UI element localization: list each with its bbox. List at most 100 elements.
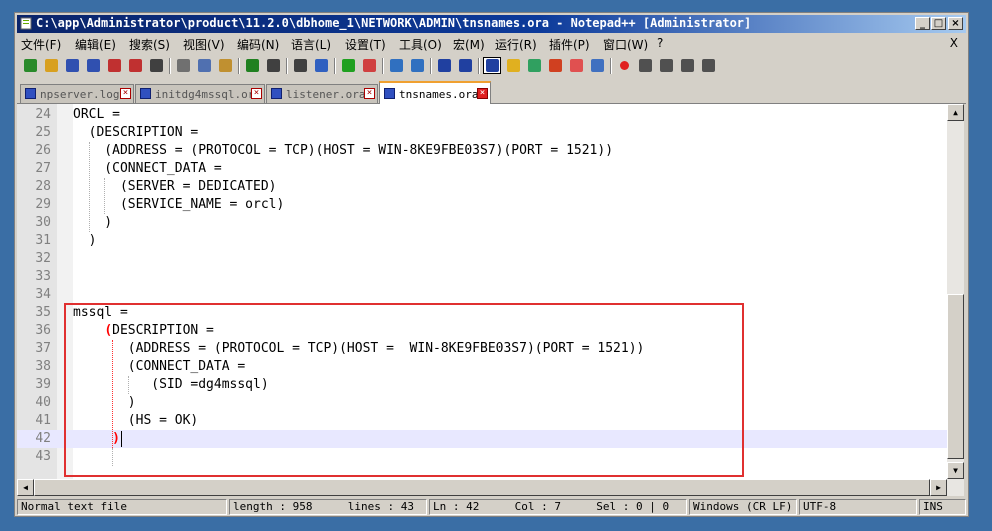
- record-macro-icon[interactable]: [615, 57, 633, 74]
- tab-initdg4mssql-ora[interactable]: initdg4mssql.ora ×: [135, 84, 265, 103]
- print-icon[interactable]: [147, 57, 165, 74]
- menu-bar: X 文件(F) 编辑(E) 搜索(S) 视图(V) 编码(N) 语言(L) 设置(T) 工具(…: [17, 34, 966, 52]
- function-list-icon[interactable]: [546, 57, 564, 74]
- stop-record-icon[interactable]: [636, 57, 654, 74]
- vertical-scrollbar[interactable]: ▲ ▼: [947, 104, 964, 479]
- close-document-button[interactable]: X: [950, 36, 958, 50]
- highlight-annotation-box: [64, 303, 744, 477]
- code-line[interactable]: 33: [17, 268, 947, 286]
- monitor-icon[interactable]: [588, 57, 606, 74]
- menu-item-11[interactable]: 窗口(W): [603, 36, 648, 53]
- scroll-down-icon[interactable]: ▼: [947, 462, 964, 479]
- sync-vertical-icon[interactable]: [387, 57, 405, 74]
- toolbar-separator: [169, 58, 171, 74]
- tab-label: listener.ora: [286, 88, 366, 101]
- line-number: 33: [35, 269, 51, 284]
- menu-item-4[interactable]: 编码(N): [237, 36, 279, 53]
- status-file-type: Normal text file: [17, 499, 227, 515]
- code-line[interactable]: 29 (SERVICE_NAME = orcl): [17, 196, 947, 214]
- code-line[interactable]: 24 ORCL =: [17, 106, 947, 124]
- line-number: 30: [35, 215, 51, 230]
- find-icon[interactable]: [291, 57, 309, 74]
- code-line[interactable]: 25 (DESCRIPTION =: [17, 124, 947, 142]
- horizontal-scroll-thumb[interactable]: [34, 479, 930, 496]
- maximize-button[interactable]: □: [931, 17, 946, 30]
- menu-item-0[interactable]: 文件(F): [21, 36, 61, 53]
- save-icon[interactable]: [63, 57, 81, 74]
- redo-icon[interactable]: [264, 57, 282, 74]
- notepadpp-app-icon: [20, 17, 32, 30]
- indent-guide-icon[interactable]: [483, 57, 501, 74]
- code-line[interactable]: 26 (ADDRESS = (PROTOCOL = TCP)(HOST = WI…: [17, 142, 947, 160]
- line-number: 35: [35, 305, 51, 320]
- menu-item-8[interactable]: 宏(M): [453, 36, 485, 53]
- menu-item-12[interactable]: ?: [657, 36, 663, 50]
- code-line[interactable]: 31 ): [17, 232, 947, 250]
- close-all-icon[interactable]: [126, 57, 144, 74]
- editor-area[interactable]: 24 ORCL = 25 (DESCRIPTION = 26 (ADDRESS = (…: [17, 104, 947, 479]
- cut-icon[interactable]: [174, 57, 192, 74]
- tab-close-icon[interactable]: ×: [251, 88, 262, 99]
- tab-npserver-log[interactable]: npserver.log ×: [20, 84, 134, 103]
- status-lines: lines : 43: [347, 500, 414, 513]
- tab-close-icon[interactable]: ×: [120, 88, 131, 99]
- indent-guide: [88, 142, 90, 232]
- play-macro-icon[interactable]: [657, 57, 675, 74]
- open-file-icon[interactable]: [42, 57, 60, 74]
- udl-icon[interactable]: [504, 57, 522, 74]
- word-wrap-icon[interactable]: [435, 57, 453, 74]
- code-line[interactable]: 28 (SERVER = DEDICATED): [17, 178, 947, 196]
- save-all-icon[interactable]: [84, 57, 102, 74]
- close-window-button[interactable]: ×: [948, 17, 963, 30]
- menu-item-9[interactable]: 运行(R): [495, 36, 537, 53]
- doc-map-icon[interactable]: [525, 57, 543, 74]
- menu-item-5[interactable]: 语言(L): [291, 36, 331, 53]
- scroll-right-icon[interactable]: ▶: [930, 479, 947, 496]
- menu-item-1[interactable]: 编辑(E): [75, 36, 116, 53]
- toolbar-separator: [610, 58, 612, 74]
- replace-icon[interactable]: [312, 57, 330, 74]
- tab-listener-ora[interactable]: listener.ora ×: [266, 84, 378, 103]
- code-line[interactable]: 34: [17, 286, 947, 304]
- tab-close-icon[interactable]: ×: [477, 88, 488, 99]
- tab-tnsnames-ora[interactable]: tnsnames.ora ×: [379, 81, 491, 104]
- vertical-scroll-thumb[interactable]: [947, 294, 964, 459]
- menu-item-10[interactable]: 插件(P): [549, 36, 590, 53]
- folder-workspace-icon[interactable]: [567, 57, 585, 74]
- horizontal-scrollbar[interactable]: ◀ ▶: [17, 479, 964, 496]
- zoom-out-icon[interactable]: [360, 57, 378, 74]
- undo-icon[interactable]: [243, 57, 261, 74]
- minimize-button[interactable]: _: [915, 17, 930, 30]
- scroll-left-icon[interactable]: ◀: [17, 479, 34, 496]
- status-length: length : 958: [233, 500, 313, 513]
- code-line[interactable]: 30 ): [17, 214, 947, 232]
- code-line[interactable]: 27 (CONNECT_DATA =: [17, 160, 947, 178]
- title-bar[interactable]: C:\app\Administrator\product\11.2.0\dbho…: [17, 15, 966, 33]
- notepadpp-window: C:\app\Administrator\product\11.2.0\dbho…: [14, 12, 969, 517]
- paste-icon[interactable]: [216, 57, 234, 74]
- menu-item-7[interactable]: 工具(O): [399, 36, 442, 53]
- line-text: ORCL =: [73, 107, 120, 122]
- code-line[interactable]: 32: [17, 250, 947, 268]
- run-macro-multiple-icon[interactable]: [678, 57, 696, 74]
- sync-horizontal-icon[interactable]: [408, 57, 426, 74]
- zoom-in-icon[interactable]: [339, 57, 357, 74]
- copy-icon[interactable]: [195, 57, 213, 74]
- line-text: (CONNECT_DATA =: [73, 161, 222, 176]
- line-text: ): [73, 215, 113, 230]
- menu-item-3[interactable]: 视图(V): [183, 36, 225, 53]
- save-macro-icon[interactable]: [699, 57, 717, 74]
- tab-label: initdg4mssql.ora: [155, 88, 261, 101]
- line-number: 25: [35, 125, 51, 140]
- close-icon[interactable]: [105, 57, 123, 74]
- menu-item-2[interactable]: 搜索(S): [129, 36, 170, 53]
- toolbar-separator: [238, 58, 240, 74]
- tab-close-icon[interactable]: ×: [364, 88, 375, 99]
- menu-item-6[interactable]: 设置(T): [345, 36, 386, 53]
- status-length-lines: length : 958 lines : 43: [229, 499, 427, 515]
- show-all-chars-icon[interactable]: [456, 57, 474, 74]
- new-file-icon[interactable]: [21, 57, 39, 74]
- scroll-up-icon[interactable]: ▲: [947, 104, 964, 121]
- line-number: 27: [35, 161, 51, 176]
- tab-bar: npserver.log × initdg4mssql.ora × listener.o…: [17, 81, 966, 104]
